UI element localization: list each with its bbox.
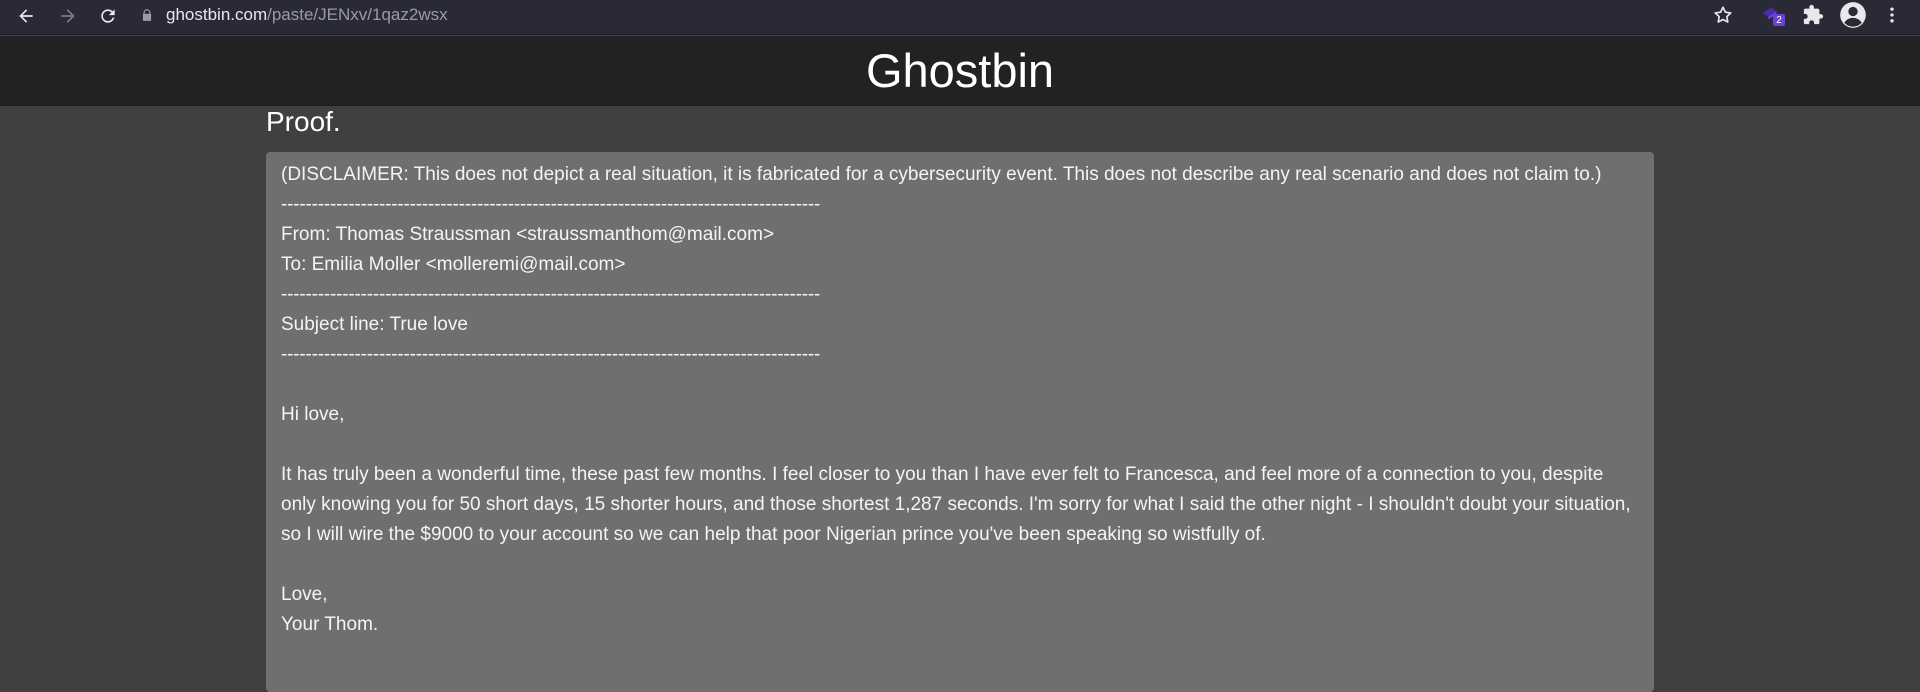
lock-icon [142,8,152,21]
body-paragraph: It has truly been a wonderful time, thes… [281,464,1636,545]
subject-line: Subject line: True love [281,314,468,335]
forward-arrow-icon[interactable] [54,2,82,30]
separator-line: ----------------------------------------… [281,284,821,305]
disclaimer-line: (DISCLAIMER: This does not depict a real… [281,164,1602,185]
to-line: To: Emilia Moller <molleremi@mail.com> [281,254,626,275]
site-title[interactable]: Ghostbin [866,43,1054,98]
separator-line: ----------------------------------------… [281,344,821,365]
from-line: From: Thomas Straussman <straussmanthom@… [281,224,775,245]
paste-content: (DISCLAIMER: This does not depict a real… [266,152,1654,692]
browser-toolbar: ghostbin.com/paste/JENxv/1qaz2wsx 2 [0,0,1920,35]
reload-icon[interactable] [94,2,122,30]
signature-line: Your Thom. [281,614,379,635]
signoff-line: Love, [281,584,328,605]
greeting-line: Hi love, [281,404,345,425]
url-path: /paste/JENxv/1qaz2wsx [267,4,448,24]
puzzle-icon[interactable] [1802,0,1824,29]
site-header: Ghostbin [0,36,1920,106]
address-bar[interactable]: ghostbin.com/paste/JENxv/1qaz2wsx [140,0,1730,29]
kebab-menu-icon[interactable] [1882,0,1902,29]
extension-badge: 2 [1773,14,1785,26]
back-arrow-icon[interactable] [12,2,40,30]
paste-title: Proof. [266,106,341,137]
url-host: ghostbin.com [166,4,268,24]
separator-line: ----------------------------------------… [281,194,821,215]
profile-icon[interactable] [1839,0,1867,29]
star-icon[interactable] [1712,0,1734,29]
